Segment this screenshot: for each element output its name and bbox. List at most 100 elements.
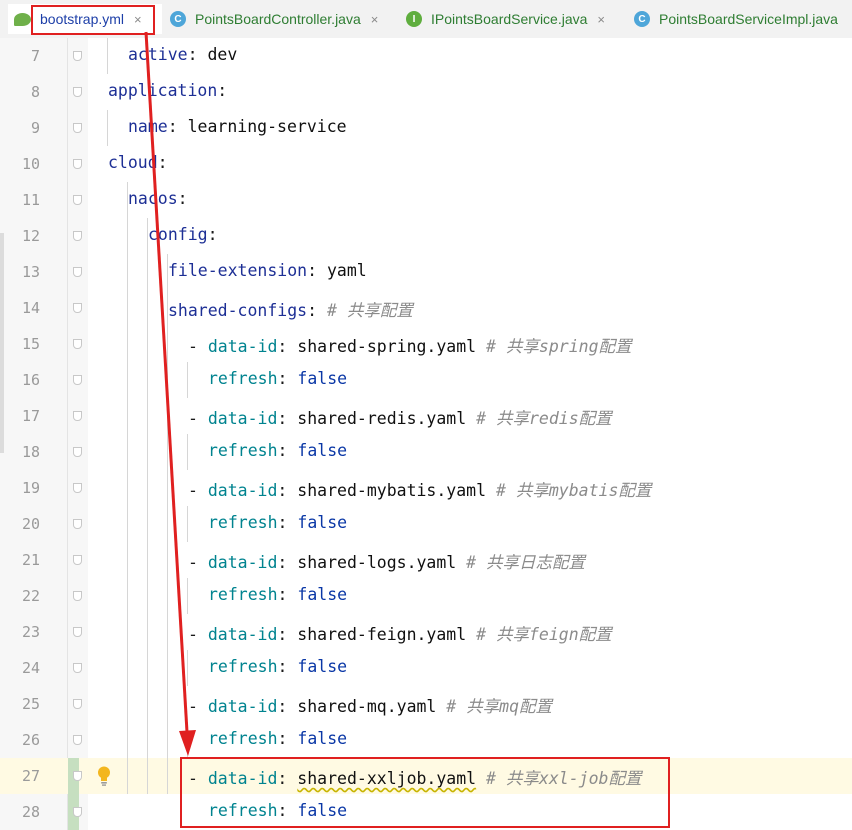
indent-guide bbox=[167, 254, 168, 794]
close-icon[interactable]: × bbox=[597, 12, 605, 27]
line-number: 22 bbox=[21, 587, 40, 605]
code-token: shared-mq.yaml bbox=[297, 697, 437, 716]
code-token: : bbox=[277, 481, 298, 500]
close-icon[interactable]: × bbox=[134, 12, 142, 27]
fold-marker-icon[interactable] bbox=[73, 591, 82, 601]
fold-marker-icon[interactable] bbox=[73, 195, 82, 205]
fold-marker-icon[interactable] bbox=[73, 267, 82, 277]
tab-label: IPointsBoardService.java bbox=[431, 11, 588, 27]
code-line[interactable]: - data-id: shared-mybatis.yaml # 共享mybat… bbox=[188, 477, 651, 501]
code-line[interactable]: refresh: false bbox=[208, 729, 347, 748]
close-icon[interactable]: × bbox=[371, 12, 379, 27]
code-line[interactable]: - data-id: shared-xxljob.yaml # 共享xxl-jo… bbox=[188, 765, 641, 789]
code-token: : bbox=[277, 337, 298, 356]
code-token: refresh bbox=[208, 369, 278, 388]
fold-marker-icon[interactable] bbox=[73, 51, 82, 61]
code-line[interactable]: application: bbox=[108, 81, 227, 100]
indent-guide bbox=[187, 362, 188, 398]
fold-marker-icon[interactable] bbox=[73, 411, 82, 421]
tab-points-board-controller[interactable]: C PointsBoardController.java × bbox=[170, 4, 378, 34]
code-line[interactable]: - data-id: shared-logs.yaml # 共享日志配置 bbox=[188, 549, 585, 573]
code-line[interactable]: nacos: bbox=[128, 189, 188, 208]
fold-marker-icon[interactable] bbox=[73, 519, 82, 529]
fold-marker-icon[interactable] bbox=[73, 123, 82, 133]
indent-guide bbox=[107, 110, 108, 146]
fold-marker-icon[interactable] bbox=[73, 159, 82, 169]
fold-marker-icon[interactable] bbox=[73, 375, 82, 385]
code-editor[interactable]: 7 active: dev 8 application: 9 name: learning… bbox=[0, 38, 852, 830]
code-token: name bbox=[128, 117, 168, 136]
code-line[interactable]: - data-id: shared-redis.yaml # 共享redis配置 bbox=[188, 405, 612, 429]
fold-marker-icon[interactable] bbox=[73, 555, 82, 565]
fold-marker-icon[interactable] bbox=[73, 699, 82, 709]
fold-marker-icon[interactable] bbox=[73, 771, 82, 781]
fold-marker-icon[interactable] bbox=[73, 87, 82, 97]
code-token: : bbox=[217, 81, 228, 100]
tab-label: PointsBoardController.java bbox=[195, 11, 361, 27]
code-token: active bbox=[128, 45, 188, 64]
line-number: 16 bbox=[21, 371, 40, 389]
code-token: : bbox=[277, 625, 298, 644]
code-line[interactable]: cloud: bbox=[108, 153, 168, 172]
code-token: : bbox=[277, 729, 298, 748]
code-line[interactable]: refresh: false bbox=[208, 801, 347, 820]
code-line[interactable]: config: bbox=[148, 225, 218, 244]
code-line[interactable]: shared-configs: # 共享配置 bbox=[168, 297, 413, 321]
code-token: # 共享spring配置 bbox=[476, 337, 632, 356]
code-token: : bbox=[277, 441, 298, 460]
fold-marker-icon[interactable] bbox=[73, 663, 82, 673]
lightbulb-icon[interactable] bbox=[96, 765, 112, 787]
code-line[interactable]: refresh: false bbox=[208, 585, 347, 604]
code-token: - bbox=[188, 481, 208, 500]
indent-guide bbox=[127, 182, 128, 794]
code-token: - bbox=[188, 409, 208, 428]
line-number: 8 bbox=[30, 83, 40, 101]
fold-marker-icon[interactable] bbox=[73, 627, 82, 637]
fold-marker-icon[interactable] bbox=[73, 483, 82, 493]
line-number: 9 bbox=[30, 119, 40, 137]
editor-tab-bar: bootstrap.yml × C PointsBoardController.… bbox=[0, 0, 852, 39]
yaml-spring-icon bbox=[14, 12, 31, 26]
code-line[interactable]: refresh: false bbox=[208, 441, 347, 460]
code-line[interactable]: refresh: false bbox=[208, 513, 347, 532]
code-token: yaml bbox=[326, 261, 367, 280]
tab-ipoints-board-service[interactable]: I IPointsBoardService.java × bbox=[406, 4, 605, 34]
code-token: : bbox=[277, 769, 298, 788]
vcs-change-marker[interactable] bbox=[68, 758, 79, 830]
line-number: 26 bbox=[21, 731, 40, 749]
code-token: refresh bbox=[208, 657, 278, 676]
code-token: : bbox=[307, 261, 327, 280]
fold-marker-icon[interactable] bbox=[73, 447, 82, 457]
line-number: 7 bbox=[30, 47, 40, 65]
code-token: shared-spring.yaml bbox=[297, 337, 477, 356]
code-token: # 共享日志配置 bbox=[456, 553, 586, 572]
code-line[interactable]: file-extension: yaml bbox=[168, 261, 367, 280]
indent-guide bbox=[187, 578, 188, 614]
fold-marker-icon[interactable] bbox=[73, 339, 82, 349]
code-line[interactable]: - data-id: shared-mq.yaml # 共享mq配置 bbox=[188, 693, 552, 717]
code-line[interactable]: active: dev bbox=[128, 45, 237, 64]
gutter-separator bbox=[67, 38, 68, 830]
code-token: shared-logs.yaml bbox=[297, 553, 457, 572]
fold-marker-icon[interactable] bbox=[73, 807, 82, 817]
code-line[interactable]: refresh: false bbox=[208, 657, 347, 676]
java-class-icon: C bbox=[170, 11, 186, 27]
code-line[interactable]: - data-id: shared-spring.yaml # 共享spring… bbox=[188, 333, 632, 357]
code-token: : bbox=[177, 189, 188, 208]
code-token: file-extension bbox=[168, 261, 308, 280]
code-line[interactable]: - data-id: shared-feign.yaml # 共享feign配置 bbox=[188, 621, 612, 645]
tab-points-board-service-impl[interactable]: C PointsBoardServiceImpl.java bbox=[634, 4, 838, 34]
line-number: 28 bbox=[21, 803, 40, 821]
tab-bootstrap-yml[interactable]: bootstrap.yml × bbox=[8, 4, 162, 34]
code-line[interactable]: name: learning-service bbox=[128, 117, 347, 136]
indent-guide bbox=[187, 434, 188, 470]
line-number: 21 bbox=[21, 551, 40, 569]
code-token: # 共享配置 bbox=[326, 301, 413, 320]
code-token: false bbox=[297, 441, 348, 460]
line-number: 12 bbox=[21, 227, 40, 245]
indent-guide bbox=[147, 218, 148, 794]
fold-marker-icon[interactable] bbox=[73, 303, 82, 313]
fold-marker-icon[interactable] bbox=[73, 735, 82, 745]
fold-marker-icon[interactable] bbox=[73, 231, 82, 241]
code-line[interactable]: refresh: false bbox=[208, 369, 347, 388]
